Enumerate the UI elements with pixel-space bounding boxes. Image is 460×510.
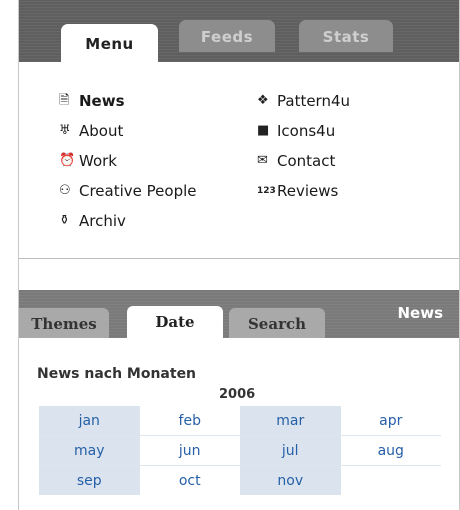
tab-themes[interactable]: Themes: [19, 308, 109, 338]
news-tab-bar: Themes Date Search News: [19, 290, 459, 338]
month-link-nov[interactable]: nov: [240, 465, 341, 495]
menu-item-label: About: [79, 122, 124, 140]
document-icon: 🗎: [59, 93, 70, 108]
menu-item-label: Reviews: [277, 182, 339, 200]
archive-heading: News nach Monaten: [37, 366, 197, 382]
month-link-jan[interactable]: jan: [39, 406, 140, 436]
calendar-row: sep oct nov: [39, 465, 441, 495]
menu-item-label: Creative People: [79, 182, 197, 200]
menu-item-news[interactable]: 🗎 News: [59, 91, 125, 111]
month-link-mar[interactable]: mar: [240, 406, 341, 436]
menu-item-label: Archiv: [79, 212, 126, 230]
month-link-feb[interactable]: feb: [139, 406, 240, 436]
section-title: News: [397, 304, 443, 322]
divider: [19, 258, 459, 259]
menu-item-label: Work: [79, 152, 117, 170]
calendar-row: may jun jul aug: [39, 435, 441, 466]
pattern-icon: ❖: [257, 93, 269, 108]
tab-feeds[interactable]: Feeds: [179, 20, 275, 52]
menu-item-creative-people[interactable]: ⚇ Creative People: [59, 181, 197, 201]
mail-icon: ✉: [257, 153, 268, 168]
top-tab-bar: Menu Feeds Stats: [19, 0, 459, 62]
menu-item-contact[interactable]: ✉ Contact: [257, 151, 335, 171]
month-empty-cell: [340, 465, 441, 495]
menu-item-reviews[interactable]: 123 Reviews: [257, 181, 338, 201]
menu-item-icons4u[interactable]: ■ Icons4u: [257, 121, 335, 141]
tab-menu[interactable]: Menu: [61, 24, 158, 62]
menu-item-archiv[interactable]: ⚱ Archiv: [59, 211, 126, 231]
menu-item-about[interactable]: ♅ About: [59, 121, 123, 141]
menu-item-label: Contact: [277, 152, 336, 170]
square-icon: ■: [257, 123, 270, 138]
widget-frame: Menu Feeds Stats 🗎 News ♅ About ⏰ Work ⚇…: [18, 0, 460, 510]
month-link-aug[interactable]: aug: [340, 435, 441, 466]
month-calendar: jan feb mar apr may jun jul aug sep oct …: [39, 406, 441, 495]
month-link-sep[interactable]: sep: [39, 465, 140, 495]
people-icon: ⚇: [59, 183, 71, 198]
month-link-jul[interactable]: jul: [240, 435, 341, 466]
person-icon: ♅: [59, 123, 71, 138]
menu-item-pattern4u[interactable]: ❖ Pattern4u: [257, 91, 350, 111]
menu-item-label: News: [79, 92, 125, 110]
menu-panel: 🗎 News ♅ About ⏰ Work ⚇ Creative People …: [19, 62, 459, 258]
tab-stats[interactable]: Stats: [299, 20, 393, 52]
month-link-apr[interactable]: apr: [340, 406, 441, 436]
tab-search[interactable]: Search: [229, 308, 325, 338]
menu-item-label: Icons4u: [277, 122, 336, 140]
menu-item-label: Pattern4u: [277, 92, 351, 110]
month-link-jun[interactable]: jun: [139, 435, 240, 466]
numbers-icon: 123: [257, 186, 276, 196]
menu-item-work[interactable]: ⏰ Work: [59, 151, 117, 171]
calendar-row: jan feb mar apr: [39, 406, 441, 436]
archive-year: 2006: [219, 387, 256, 402]
tab-date[interactable]: Date: [127, 306, 223, 338]
month-link-may[interactable]: may: [39, 435, 140, 466]
month-link-oct[interactable]: oct: [139, 465, 240, 495]
clock-icon: ⏰: [59, 153, 76, 168]
archive-icon: ⚱: [59, 213, 70, 228]
